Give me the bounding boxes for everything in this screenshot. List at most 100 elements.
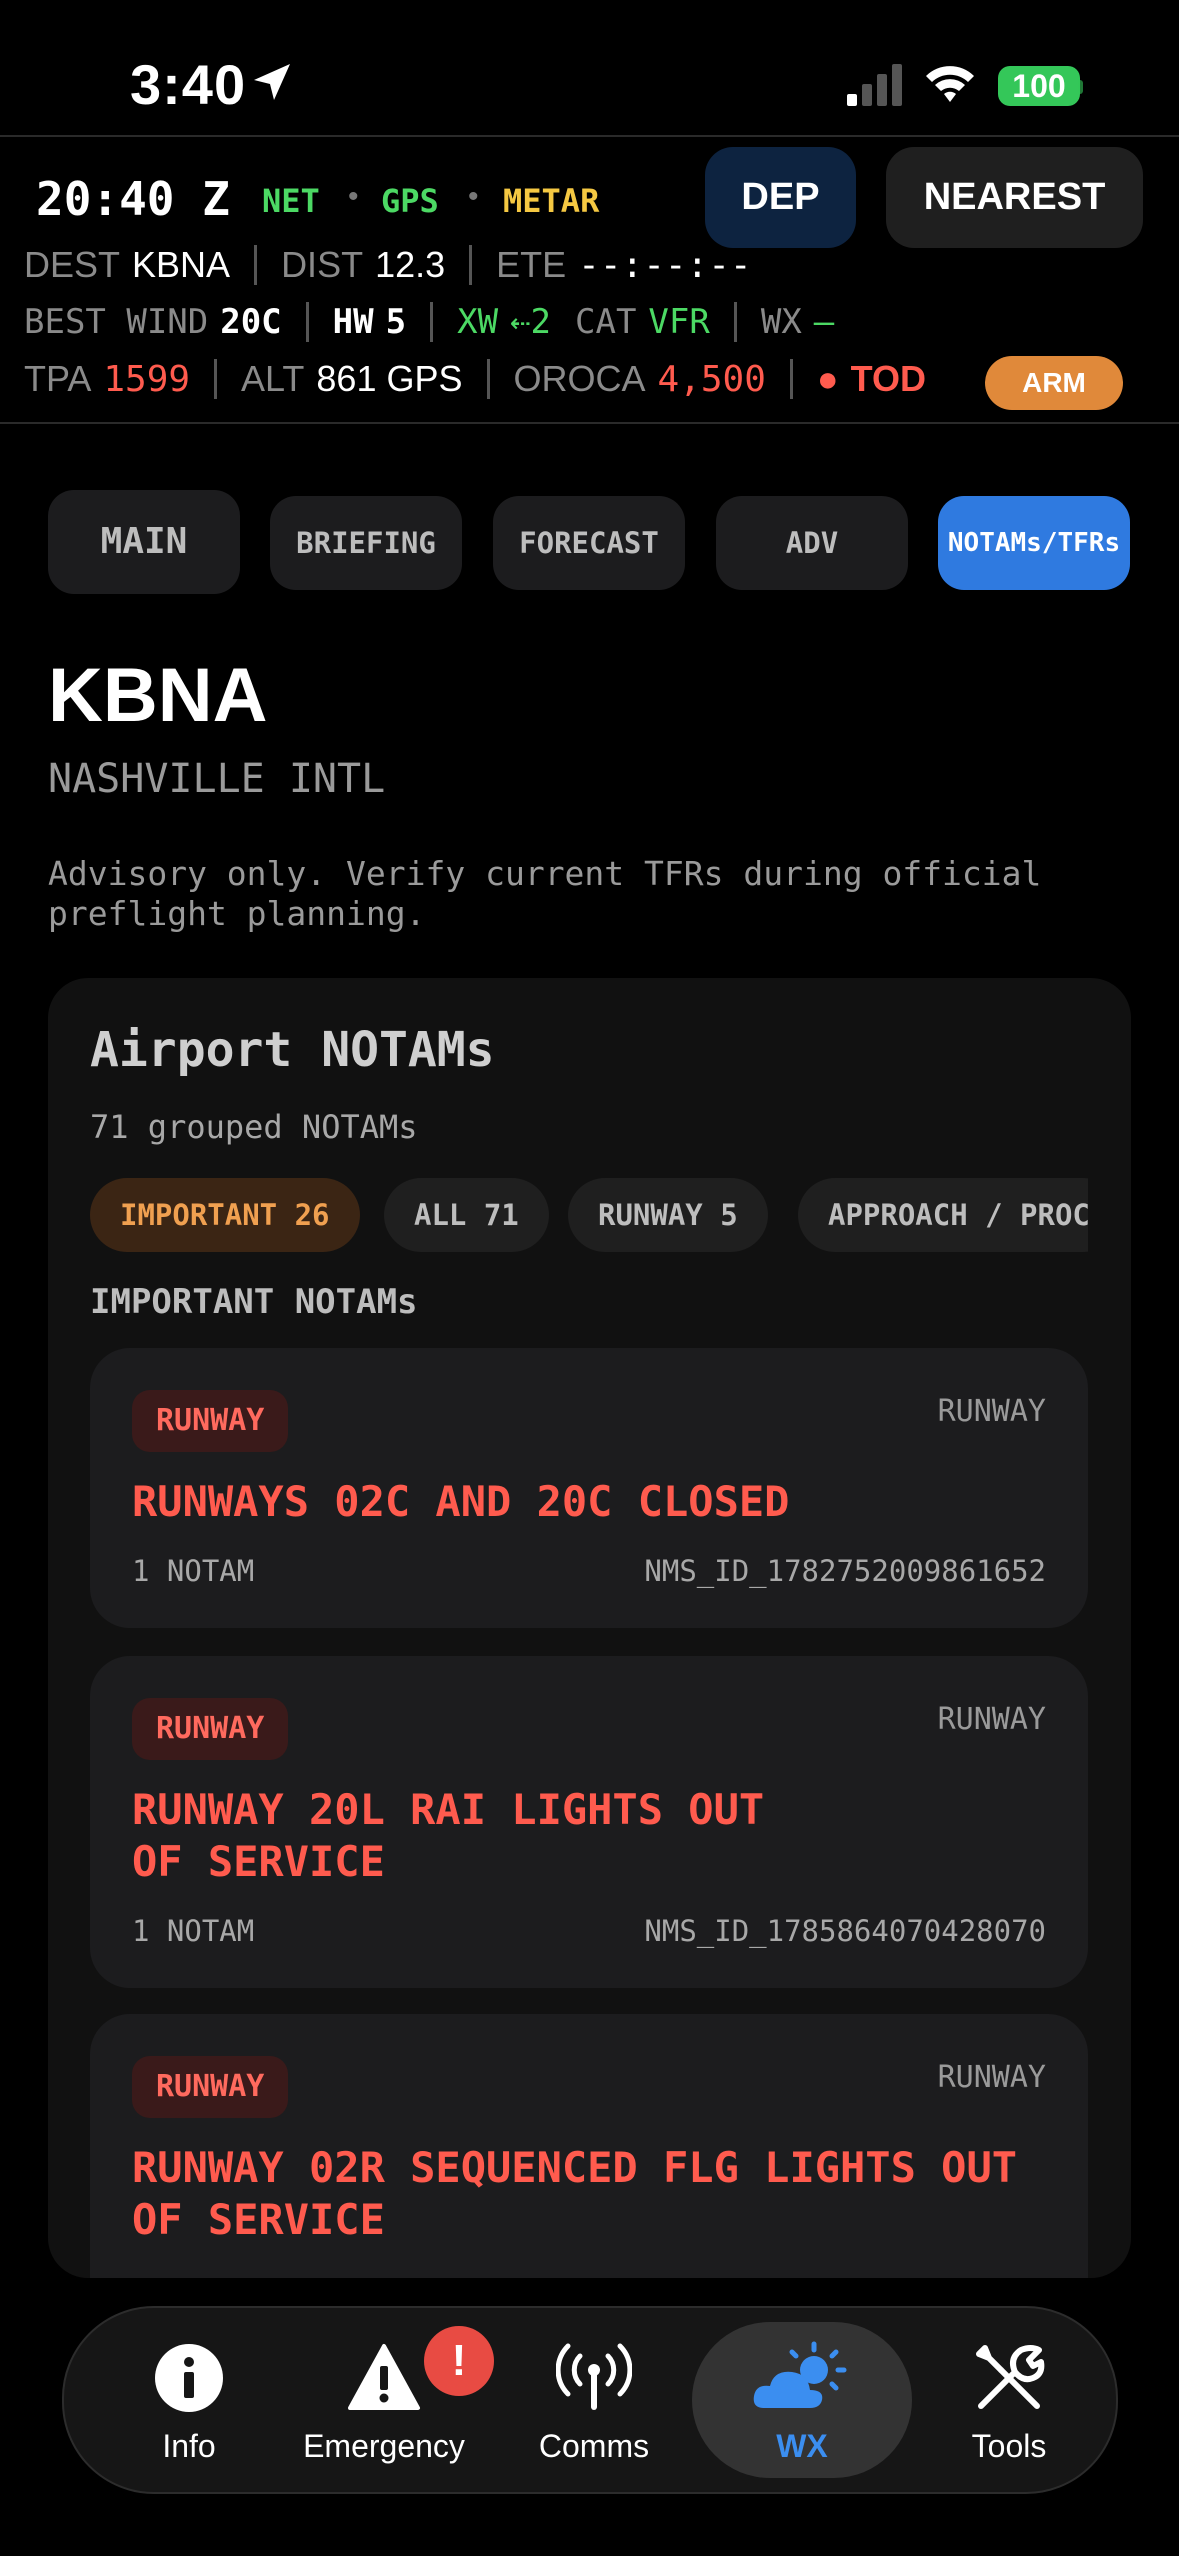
best-wind-value: 20C — [220, 302, 282, 342]
important-notams-heading: IMPORTANT NOTAMs — [90, 1282, 418, 1322]
best-wind-label: BEST WIND — [24, 302, 209, 342]
tab-notams-tfrs[interactable]: NOTAMs/TFRs — [938, 496, 1130, 590]
tab-main[interactable]: MAIN — [48, 490, 240, 594]
crosswind-label: XW — [457, 302, 499, 342]
status-time: 3:40 — [130, 53, 247, 116]
notam-card[interactable]: RUNWAY RUNWAY RUNWAYS 02C AND 20C CLOSED… — [90, 1348, 1088, 1628]
notam-id: NMS_ID_1782752009861652 — [644, 1554, 1046, 1588]
chip-important[interactable]: IMPORTANT 26 — [90, 1178, 360, 1252]
notam-badge: RUNWAY — [132, 1698, 289, 1760]
wind-row: BEST WIND 20C HW 5 XW ⇠2 CAT VFR WX — — [24, 302, 834, 342]
notam-count-label: 1 NOTAM — [132, 1554, 255, 1588]
nearest-button[interactable]: NEAREST — [886, 147, 1143, 248]
notam-panel: Airport NOTAMs 71 grouped NOTAMs IMPORTA… — [48, 978, 1131, 2278]
divider — [0, 422, 1179, 424]
notam-title: RUNWAY 02R SEQUENCED FLG LIGHTS OUT OF S… — [132, 2143, 1018, 2244]
separator — [789, 359, 793, 399]
cellular-signal-icon — [847, 64, 902, 106]
nav-tools-label: Tools — [971, 2428, 1047, 2464]
oroca-label: OROCA — [513, 358, 646, 399]
ete-label: ETE — [496, 244, 567, 285]
tab-adv[interactable]: ADV — [716, 496, 908, 590]
separator — [254, 245, 258, 285]
notam-category: RUNWAY — [937, 1394, 1046, 1429]
notam-card[interactable]: RUNWAY RUNWAY RUNWAY 20L RAI LIGHTS OUT … — [90, 1656, 1088, 1988]
wx-value: — — [813, 302, 835, 342]
notam-card[interactable]: RUNWAY RUNWAY RUNWAY 02R SEQUENCED FLG L… — [90, 2014, 1088, 2278]
separator — [214, 359, 218, 399]
tools-icon — [976, 2345, 1045, 2409]
alt-label: ALT — [241, 358, 305, 399]
cat-value: VFR — [648, 302, 710, 342]
notam-panel-title: Airport NOTAMs — [90, 1022, 495, 1078]
antenna-icon — [556, 2343, 632, 2410]
altitude-row: TPA 1599 ALT 861 GPS OROCA 4,500 ● TOD — [24, 358, 926, 400]
ete-value: --:--:-- — [578, 244, 752, 286]
chip-runway[interactable]: RUNWAY 5 — [568, 1178, 768, 1252]
nav-info-label: Info — [162, 2428, 216, 2464]
chip-all[interactable]: ALL 71 — [384, 1178, 549, 1252]
notam-badge: RUNWAY — [132, 2056, 289, 2118]
separator — [469, 245, 473, 285]
nav-info[interactable]: Info — [104, 2308, 274, 2492]
info-icon — [155, 2344, 223, 2412]
alt-value: 861 GPS — [316, 358, 463, 399]
notam-title: RUNWAYS 02C AND 20C CLOSED — [132, 1477, 790, 1526]
notam-id: NMS_ID_1785864070428070 — [644, 1914, 1046, 1948]
notam-category: RUNWAY — [937, 2060, 1046, 2095]
tab-briefing[interactable]: BRIEFING — [270, 496, 462, 590]
headwind-value: 5 — [385, 302, 407, 342]
notam-badge: RUNWAY — [132, 1390, 289, 1452]
tab-forecast[interactable]: FORECAST — [493, 496, 685, 590]
notam-category: RUNWAY — [937, 1702, 1046, 1737]
warning-icon — [348, 2344, 420, 2410]
battery-nub — [1078, 80, 1083, 94]
separator — [430, 302, 434, 342]
dest-label: DEST — [24, 244, 121, 285]
arm-button[interactable]: ARM — [985, 356, 1123, 410]
wifi-icon — [926, 66, 974, 102]
separator — [305, 302, 309, 342]
bottom-nav: Info Emergency Comms WX Tools — [62, 2306, 1118, 2494]
wx-label: WX — [760, 302, 802, 342]
dest-value: KBNA — [132, 244, 231, 285]
dist-label: DIST — [281, 244, 364, 285]
divider — [0, 135, 1179, 137]
separator — [733, 302, 737, 342]
headwind-label: HW — [332, 302, 374, 342]
notam-count-label: 1 NOTAM — [132, 1914, 255, 1948]
nav-tools[interactable]: Tools — [924, 2308, 1094, 2492]
advisory-text: Advisory only. Verify current TFRs durin… — [48, 854, 1042, 933]
tpa-label: TPA — [24, 358, 92, 399]
nav-comms-label: Comms — [538, 2428, 650, 2464]
separator-dot: • — [348, 180, 359, 213]
nav-wx[interactable]: WX — [692, 2322, 912, 2478]
oroca-value: 4,500 — [657, 358, 766, 400]
dist-value: 12.3 — [375, 244, 446, 285]
weather-icon — [753, 2341, 847, 2408]
nav-comms[interactable]: Comms — [514, 2308, 674, 2492]
tod-dot-icon: ● — [816, 358, 839, 399]
separator — [486, 359, 490, 399]
tod-label: TOD — [850, 358, 926, 399]
chip-approach-proc[interactable]: APPROACH / PROC — [798, 1178, 1088, 1252]
separator-dot: • — [468, 180, 479, 213]
tpa-value: 1599 — [103, 358, 191, 400]
notam-title: RUNWAY 20L RAI LIGHTS OUT OF SERVICE — [132, 1785, 765, 1886]
emergency-alert-badge: ! — [424, 2326, 494, 2396]
cat-label: CAT — [575, 302, 637, 342]
gps-status: GPS — [381, 182, 439, 220]
dest-row: DEST KBNA DIST 12.3 ETE --:--:-- — [24, 244, 752, 286]
location-arrow-icon — [254, 64, 290, 100]
nav-wx-label: WX — [776, 2428, 828, 2464]
crosswind-value: ⇠2 — [510, 302, 551, 342]
notam-filter-chips: IMPORTANT 26 ALL 71 RUNWAY 5 APPROACH / … — [90, 1178, 1088, 1254]
net-status: NET — [262, 182, 320, 220]
battery-indicator: 100 — [998, 66, 1080, 106]
airport-id: KBNA — [48, 653, 268, 738]
nav-emergency-label: Emergency — [303, 2428, 465, 2464]
metar-status: METAR — [503, 182, 600, 220]
dep-button[interactable]: DEP — [705, 147, 856, 248]
zulu-time: 20:40 Z — [36, 172, 230, 226]
notam-count: 71 grouped NOTAMs — [90, 1108, 418, 1146]
